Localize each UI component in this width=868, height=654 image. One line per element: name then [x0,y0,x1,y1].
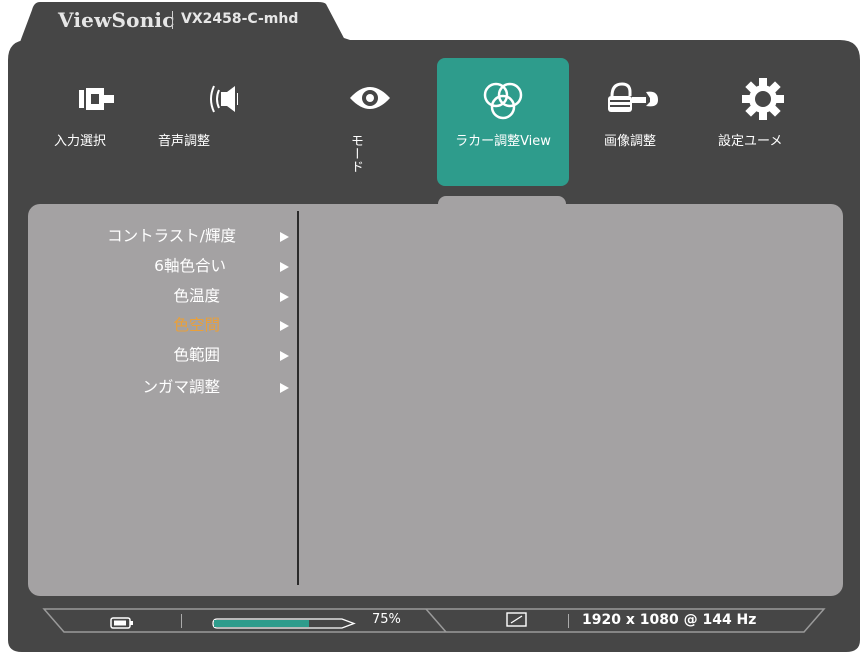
submenu-label: 色温度 [173,287,220,305]
submenu-label: コントラスト/輝度 [107,227,236,245]
hand-wrench-icon [592,78,668,120]
progress-label: 75% [372,612,401,627]
color-circles-icon [437,78,569,120]
model-name: VX2458-C-mhd [181,11,299,27]
menu-input-select-label: 入力選択 [54,134,107,149]
aspect-ratio-icon [506,612,528,628]
submenu-item-gamma-adjust[interactable]: ンガマ調整 [40,374,298,400]
menu-audio-adjust-label: 音声調整 [158,134,211,149]
submenu-item-color-range[interactable]: 色範囲 [40,342,298,368]
arrow-right-icon [280,383,289,393]
status-separator [181,614,182,628]
arrow-right-icon [280,262,289,272]
menu-settings[interactable]: 設定ユーメ [718,58,810,186]
menu-color-adjust-view[interactable]: ラカー調整View [437,58,569,186]
menu-image-adjust[interactable]: 画像調整 [592,58,668,186]
speaker-icon [152,78,241,120]
brand-logo: ViewSonic [58,8,175,32]
submenu-item-contrast-brightness[interactable]: コントラスト/輝度 [40,223,298,249]
submenu-label: 6軸色合い [154,257,226,275]
menu-color-adjust-view-label: ラカー調整View [455,134,551,149]
battery-icon [110,614,134,629]
osd-header: ViewSonic VX2458-C-mhd [0,0,868,60]
menu-image-adjust-label: 画像調整 [603,134,656,149]
resolution-readout: 1920 x 1080 @ 144 Hz [582,612,757,628]
arrow-right-icon [280,292,289,302]
progress-bar [212,614,356,629]
submenu-item-color-space[interactable]: 色空間 [40,312,298,338]
status-separator-2 [568,614,569,628]
eye-icon [330,78,410,120]
submenu-label: 色空間 [173,316,220,334]
arrow-right-icon [280,232,289,242]
menu-audio-adjust[interactable]: 音声調整 [152,58,241,186]
brand-separator [172,11,173,29]
progress-fill [214,620,309,627]
submenu-item-color-temperature[interactable]: 色温度 [40,283,298,309]
submenu-label: ンガマ調整 [142,378,220,396]
menu-mode-label: モード [348,134,363,173]
input-source-icon [62,78,148,120]
submenu-label: 色範囲 [173,346,220,364]
arrow-right-icon [280,351,289,361]
submenu-item-6-axis-color[interactable]: 6軸色合い [40,253,298,279]
gear-icon [720,78,810,120]
menu-mode[interactable]: モード [330,58,410,186]
menu-input-select[interactable]: 入力選択 [54,58,148,186]
arrow-right-icon [280,321,289,331]
menu-settings-label: 設定ユーメ [718,134,783,149]
